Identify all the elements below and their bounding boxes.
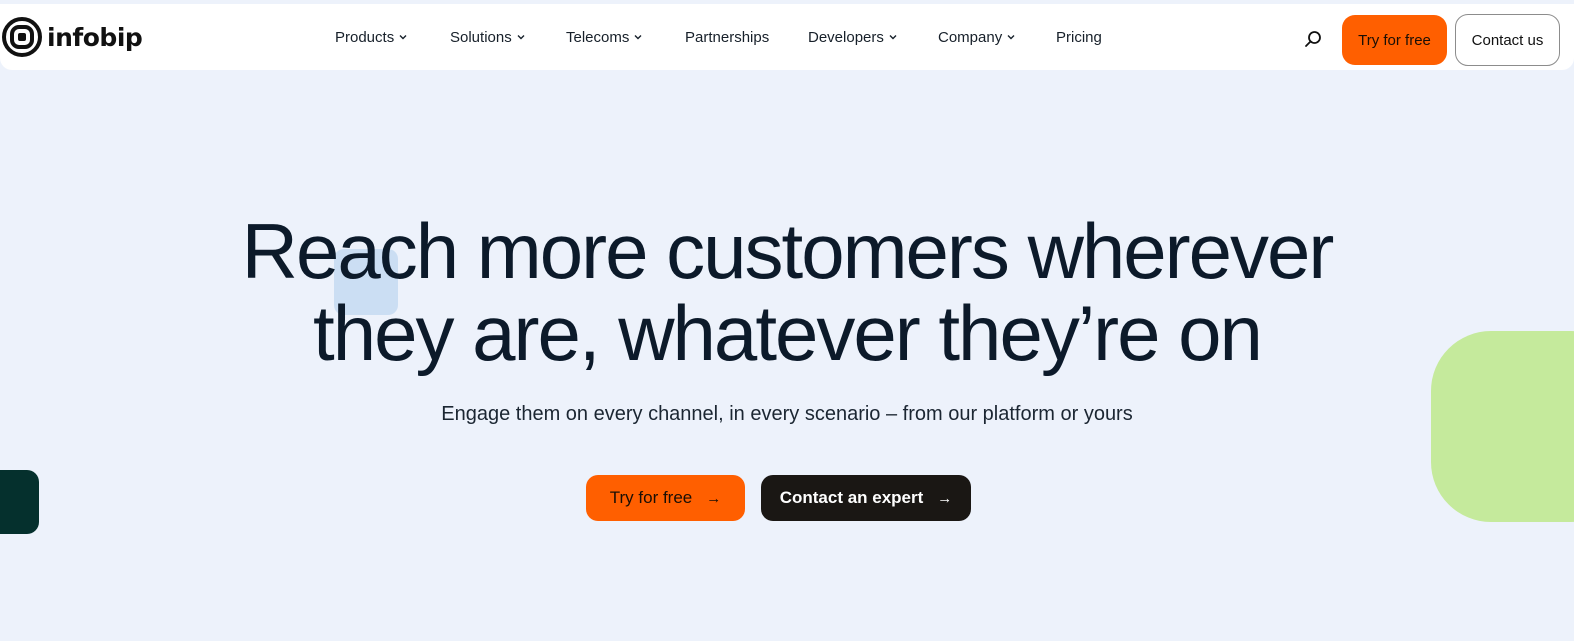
chevron-down-icon bbox=[399, 35, 407, 40]
arrow-right-icon: → bbox=[706, 489, 722, 507]
hero-title-line-2: they are, whatever they’re on bbox=[313, 289, 1263, 377]
nav-item-developers[interactable]: Developers bbox=[808, 26, 897, 48]
button-label: Contact an expert bbox=[779, 488, 924, 507]
chevron-down-icon bbox=[634, 35, 642, 40]
nav-item-label: Solutions bbox=[450, 28, 512, 46]
nav-item-label: Products bbox=[335, 28, 395, 46]
hero-subtitle: Engage them on every channel, in every s… bbox=[441, 403, 1133, 425]
contact-us-button[interactable]: Contact us bbox=[1455, 14, 1560, 66]
chevron-down-icon bbox=[1007, 35, 1015, 40]
chevron-down-icon bbox=[517, 35, 525, 40]
nav-item-label: Pricing bbox=[1056, 28, 1102, 46]
nav-item-telecoms[interactable]: Telecoms bbox=[566, 26, 642, 48]
nav-item-partnerships[interactable]: Partnerships bbox=[685, 26, 769, 48]
nav-item-label: Developers bbox=[808, 28, 884, 46]
main-nav: Products Solutions Telecoms Partnerships… bbox=[0, 4, 1574, 70]
nav-item-label: Partnerships bbox=[685, 28, 770, 46]
chevron-down-icon bbox=[889, 35, 897, 40]
nav-item-products[interactable]: Products bbox=[335, 26, 407, 48]
page: infobip Products Solutions Telecoms Part… bbox=[0, 0, 1574, 641]
decorative-dark-shape bbox=[0, 470, 39, 534]
button-label: Try for free bbox=[609, 488, 693, 507]
top-navigation-bar: infobip Products Solutions Telecoms Part… bbox=[0, 4, 1574, 70]
nav-item-company[interactable]: Company bbox=[938, 26, 1015, 48]
arrow-right-icon: → bbox=[937, 489, 953, 507]
nav-item-pricing[interactable]: Pricing bbox=[1056, 26, 1102, 48]
hero-contact-expert-button[interactable]: Contact an expert → bbox=[761, 475, 971, 521]
try-for-free-button[interactable]: Try for free bbox=[1342, 15, 1447, 65]
nav-item-label: Company bbox=[938, 28, 1003, 46]
search-button[interactable] bbox=[1300, 26, 1326, 52]
nav-item-solutions[interactable]: Solutions bbox=[450, 26, 525, 48]
hero-title-line-1: Reach more customers wherever bbox=[241, 207, 1335, 295]
search-icon bbox=[1305, 31, 1321, 47]
nav-item-label: Telecoms bbox=[566, 28, 630, 46]
hero-try-for-free-button[interactable]: Try for free → bbox=[586, 475, 745, 521]
hero-title: Reach more customers wherever they are, … bbox=[0, 210, 1574, 374]
